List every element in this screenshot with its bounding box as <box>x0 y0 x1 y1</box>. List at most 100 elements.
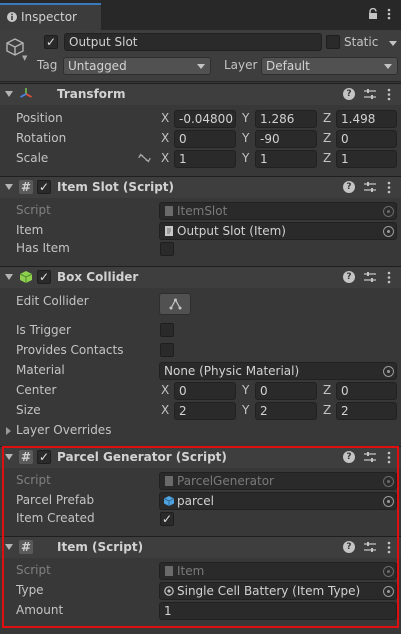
position-x-field[interactable]: -0.04800 <box>174 110 236 128</box>
rotation-label: Rotation <box>16 131 67 145</box>
static-label: Static <box>344 35 379 49</box>
size-x-field[interactable]: 2 <box>174 402 236 420</box>
item-script-label: Script <box>16 563 51 577</box>
provides-contacts-label: Provides Contacts <box>16 343 124 357</box>
lock-icon[interactable] <box>368 8 378 20</box>
parcel-generator-script-label: Script <box>16 473 51 487</box>
gameobject-header: ▼ ✓ Output Slot Static Tag Untagged Laye… <box>0 30 401 82</box>
foldout-arrow-icon[interactable] <box>5 91 13 97</box>
amount-field[interactable]: 1 <box>159 602 397 620</box>
edit-collider-button[interactable] <box>159 293 191 315</box>
rotation-y-field[interactable]: -90 <box>255 130 317 148</box>
object-picker-icon[interactable] <box>383 496 394 507</box>
size-z-field[interactable]: 2 <box>336 402 397 420</box>
chevron-down-icon <box>384 64 392 69</box>
item-created-checkbox[interactable]: ✓ <box>160 512 174 526</box>
item-slot-script-label: Script <box>16 203 51 217</box>
chevron-down-icon <box>197 64 205 69</box>
item-slot-enabled-checkbox[interactable]: ✓ <box>37 180 51 194</box>
info-icon <box>7 12 17 22</box>
layer-overrides-label[interactable]: Layer Overrides <box>16 423 111 437</box>
is-trigger-checkbox[interactable] <box>160 323 174 337</box>
size-y-field[interactable]: 2 <box>255 402 317 420</box>
tab-inspector[interactable]: Inspector <box>0 3 101 30</box>
script-file-icon <box>165 566 173 576</box>
preset-sliders-icon[interactable] <box>364 451 376 463</box>
kebab-menu-icon[interactable] <box>387 88 391 101</box>
axis-y-label: Y <box>242 151 250 165</box>
center-x-field[interactable]: 0 <box>174 382 236 400</box>
checkmark-icon: ✓ <box>162 512 173 526</box>
parcel-prefab-field[interactable]: parcel <box>159 492 397 510</box>
box-collider-icon <box>19 271 33 283</box>
item-field[interactable]: Output Slot (Item) <box>159 222 397 240</box>
parcel-prefab-label: Parcel Prefab <box>16 493 95 507</box>
icon-dropdown-arrow-icon[interactable]: ▼ <box>22 54 27 62</box>
axis-z-label: Z <box>323 151 332 165</box>
foldout-arrow-icon[interactable] <box>5 544 13 550</box>
help-icon[interactable]: ? <box>343 181 355 193</box>
has-item-checkbox[interactable] <box>160 242 174 256</box>
foldout-closed-icon[interactable] <box>6 427 11 435</box>
amount-label: Amount <box>16 603 64 617</box>
position-y-field[interactable]: 1.286 <box>255 110 317 128</box>
center-z-field[interactable]: 0 <box>336 382 397 400</box>
help-icon[interactable]: ? <box>343 271 355 283</box>
script-hash-icon: # <box>19 180 33 194</box>
foldout-arrow-icon[interactable] <box>5 184 13 190</box>
position-z-field[interactable]: 1.498 <box>336 110 397 128</box>
gameobject-active-checkbox[interactable]: ✓ <box>44 35 58 49</box>
preset-sliders-icon[interactable] <box>364 541 376 553</box>
help-icon[interactable]: ? <box>343 451 355 463</box>
object-picker-icon <box>383 476 394 487</box>
object-picker-icon <box>383 566 394 577</box>
kebab-menu-icon[interactable] <box>387 8 391 20</box>
item-slot-header[interactable]: # ✓ Item Slot (Script) ? <box>0 176 401 198</box>
foldout-arrow-icon[interactable] <box>5 454 13 460</box>
provides-contacts-checkbox[interactable] <box>160 343 174 357</box>
object-picker-icon[interactable] <box>383 226 394 237</box>
tag-dropdown[interactable]: Untagged <box>63 57 211 75</box>
parcel-generator-enabled-checkbox[interactable]: ✓ <box>37 450 51 464</box>
gameobject-name-field[interactable]: Output Slot <box>64 33 322 51</box>
static-dropdown-icon[interactable] <box>389 41 397 47</box>
scale-y-field[interactable]: 1 <box>255 150 317 168</box>
foldout-arrow-icon[interactable] <box>5 274 13 280</box>
item-script-title: Item (Script) <box>57 540 144 554</box>
scriptable-object-icon <box>164 586 174 596</box>
kebab-menu-icon[interactable] <box>387 181 391 194</box>
object-picker-icon[interactable] <box>383 366 394 377</box>
parcel-generator-header[interactable]: # ✓ Parcel Generator (Script) ? <box>0 446 401 468</box>
parcel-generator-script-field: ParcelGenerator <box>159 472 397 490</box>
axis-x-label: X <box>161 131 170 145</box>
kebab-menu-icon[interactable] <box>387 451 391 464</box>
center-label: Center <box>16 383 57 397</box>
static-checkbox[interactable] <box>326 35 340 49</box>
preset-sliders-icon[interactable] <box>364 271 376 283</box>
box-collider-header[interactable]: ✓ Box Collider ? <box>0 266 401 288</box>
transform-header[interactable]: Transform ? <box>0 83 401 105</box>
type-field[interactable]: Single Cell Battery (Item Type) <box>159 582 397 600</box>
checkmark-icon: ✓ <box>46 35 57 49</box>
help-icon[interactable]: ? <box>343 88 355 100</box>
kebab-menu-icon[interactable] <box>387 541 391 554</box>
rotation-x-field[interactable]: 0 <box>174 130 236 148</box>
object-picker-icon[interactable] <box>383 586 394 597</box>
preset-sliders-icon[interactable] <box>364 181 376 193</box>
preset-sliders-icon[interactable] <box>364 88 376 100</box>
scale-x-field[interactable]: 1 <box>174 150 236 168</box>
script-file-icon <box>165 476 173 486</box>
kebab-menu-icon[interactable] <box>387 271 391 284</box>
item-label: Item <box>16 223 44 237</box>
layer-dropdown[interactable]: Default <box>261 57 398 75</box>
rotation-z-field[interactable]: 0 <box>336 130 397 148</box>
material-field[interactable]: None (Physic Material) <box>159 362 397 380</box>
center-y-field[interactable]: 0 <box>255 382 317 400</box>
item-script-header[interactable]: # Item (Script) ? <box>0 536 401 558</box>
box-collider-enabled-checkbox[interactable]: ✓ <box>37 270 51 284</box>
scale-z-field[interactable]: 1 <box>336 150 397 168</box>
axis-z-label: Z <box>323 131 332 145</box>
unlinked-scale-icon[interactable] <box>138 153 151 163</box>
axis-z-label: Z <box>323 383 332 397</box>
help-icon[interactable]: ? <box>343 541 355 553</box>
